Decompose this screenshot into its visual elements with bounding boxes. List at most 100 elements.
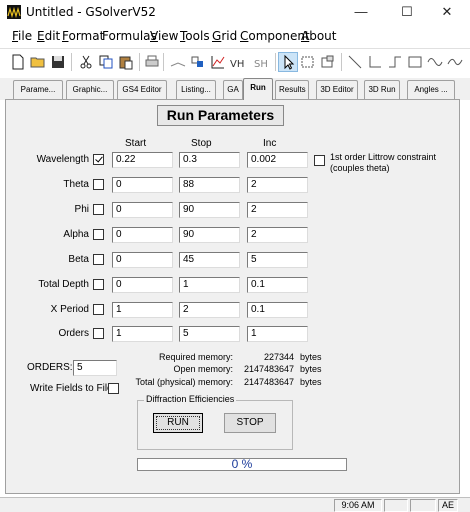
checkbox-theta[interactable] (93, 179, 104, 190)
step-icon[interactable] (365, 52, 385, 72)
title-bar: Untitled - GSolverV52 — ☐ ✕ (0, 0, 470, 24)
new-file-icon[interactable] (8, 52, 28, 72)
svg-text:VH: VH (230, 59, 244, 70)
menu-about[interactable]: About (301, 29, 337, 43)
input-beta-stop[interactable]: 45 (179, 252, 240, 268)
column-inc: Inc (263, 138, 277, 149)
input-theta-inc[interactable]: 2 (247, 177, 308, 193)
menu-edit[interactable]: Edit (37, 29, 60, 43)
save-icon[interactable] (48, 52, 68, 72)
tab-listing[interactable]: Listing... (176, 80, 216, 99)
input-total-depth-inc[interactable]: 0.1 (247, 277, 308, 293)
print-icon[interactable] (142, 52, 162, 72)
rectangle-icon[interactable] (405, 52, 425, 72)
required-memory-value: 227344 (263, 352, 294, 362)
open-memory-value: 2147483647 (243, 364, 294, 374)
checkbox-phi[interactable] (93, 204, 104, 215)
input-total-depth-stop[interactable]: 1 (179, 277, 240, 293)
checkbox-orders[interactable] (93, 328, 104, 339)
input-orders-stop[interactable]: 5 (179, 326, 240, 342)
paste-icon[interactable] (116, 52, 136, 72)
component-icon[interactable] (318, 52, 338, 72)
input-phi-stop[interactable]: 90 (179, 202, 240, 218)
copy-icon[interactable] (96, 52, 116, 72)
tab-angles[interactable]: Angles ... (407, 80, 455, 99)
graph-icon[interactable] (208, 52, 228, 72)
input-orders-inc[interactable]: 1 (247, 326, 308, 342)
checkbox-wavelength[interactable] (93, 154, 104, 165)
row-label-phi: Phi (74, 204, 89, 215)
input-theta-start[interactable]: 0 (112, 177, 173, 193)
column-start: Start (125, 138, 147, 149)
input-total-depth-start[interactable]: 0 (112, 277, 173, 293)
input-wavelength-start[interactable]: 0.22 (112, 152, 173, 168)
input-theta-stop[interactable]: 88 (179, 177, 240, 193)
close-button[interactable]: ✕ (424, 0, 470, 24)
input-orders-start[interactable]: 1 (112, 326, 173, 342)
input-beta-inc[interactable]: 5 (247, 252, 308, 268)
tab-ga[interactable]: GA (223, 80, 243, 99)
input-alpha-stop[interactable]: 90 (179, 227, 240, 243)
menu-bar: File Edit Format Formulas View Tools Gri… (0, 26, 470, 46)
tab-3d-editor[interactable]: 3D Editor (316, 80, 358, 99)
checkbox-alpha[interactable] (93, 229, 104, 240)
checkbox-beta[interactable] (93, 254, 104, 265)
menu-grid[interactable]: Grid (212, 29, 237, 43)
menu-view[interactable]: View (150, 29, 178, 43)
menu-tools[interactable]: Tools (180, 29, 210, 43)
input-wavelength-inc[interactable]: 0.002 (247, 152, 308, 168)
menu-file[interactable]: File (12, 29, 32, 43)
open-folder-icon[interactable] (28, 52, 48, 72)
sine-icon[interactable] (425, 52, 445, 72)
input-wavelength-stop[interactable]: 0.3 (179, 152, 240, 168)
littrow-label: 1st order Littrow constraint (330, 152, 437, 162)
tab-graphics[interactable]: Graphic... (66, 80, 114, 99)
input-x-period-inc[interactable]: 0.1 (247, 302, 308, 318)
input-phi-start[interactable]: 0 (112, 202, 173, 218)
stop-button[interactable]: STOP (224, 413, 276, 433)
zoom-region-icon[interactable] (298, 52, 318, 72)
orders-label: ORDERS: (27, 362, 73, 373)
pointer-icon[interactable] (278, 52, 298, 72)
vh-icon[interactable]: VH (228, 52, 248, 72)
input-x-period-start[interactable]: 1 (112, 302, 173, 318)
status-cell-3 (410, 499, 436, 512)
arc-icon[interactable] (445, 52, 465, 72)
tab-run[interactable]: Run (243, 78, 273, 100)
input-alpha-start[interactable]: 0 (112, 227, 173, 243)
tab-gs4-editor[interactable]: GS4 Editor (117, 80, 167, 99)
minimize-button[interactable]: — (338, 0, 384, 24)
orders-input[interactable]: 5 (73, 360, 117, 376)
row-label-theta: Theta (63, 179, 89, 190)
checkbox-littrow[interactable] (314, 155, 325, 166)
line-icon[interactable] (345, 52, 365, 72)
layer-icon[interactable] (168, 52, 188, 72)
checkbox-x-period[interactable] (93, 304, 104, 315)
run-button[interactable]: RUN (153, 413, 203, 433)
menu-format[interactable]: Format (62, 29, 104, 43)
input-x-period-stop[interactable]: 2 (179, 302, 240, 318)
input-beta-start[interactable]: 0 (112, 252, 173, 268)
cut-icon[interactable] (76, 52, 96, 72)
menu-formulas[interactable]: Formulas (102, 29, 157, 43)
add-layer-icon[interactable] (188, 52, 208, 72)
toolbar-separator (163, 53, 164, 71)
row-label-orders: Orders (58, 328, 89, 339)
toolbar: VH SH (0, 48, 470, 74)
tab-results[interactable]: Results (275, 80, 309, 99)
status-cell-2 (384, 499, 408, 512)
step-icon-2[interactable] (385, 52, 405, 72)
input-phi-inc[interactable]: 2 (247, 202, 308, 218)
progress-bar: 0 % (137, 458, 347, 471)
row-label-wavelength: Wavelength (36, 154, 89, 165)
open-memory-unit: bytes (300, 364, 322, 374)
write-fields-label: Write Fields to File (30, 383, 113, 394)
menu-component[interactable]: Component (240, 29, 310, 43)
tab-parameters[interactable]: Parame... (13, 80, 63, 99)
input-alpha-inc[interactable]: 2 (247, 227, 308, 243)
open-memory-label: Open memory: (173, 364, 233, 374)
progress-text: 0 % (231, 457, 253, 471)
checkbox-total-depth[interactable] (93, 279, 104, 290)
sh-icon[interactable]: SH (252, 52, 272, 72)
tab-3d-run[interactable]: 3D Run (364, 80, 400, 99)
